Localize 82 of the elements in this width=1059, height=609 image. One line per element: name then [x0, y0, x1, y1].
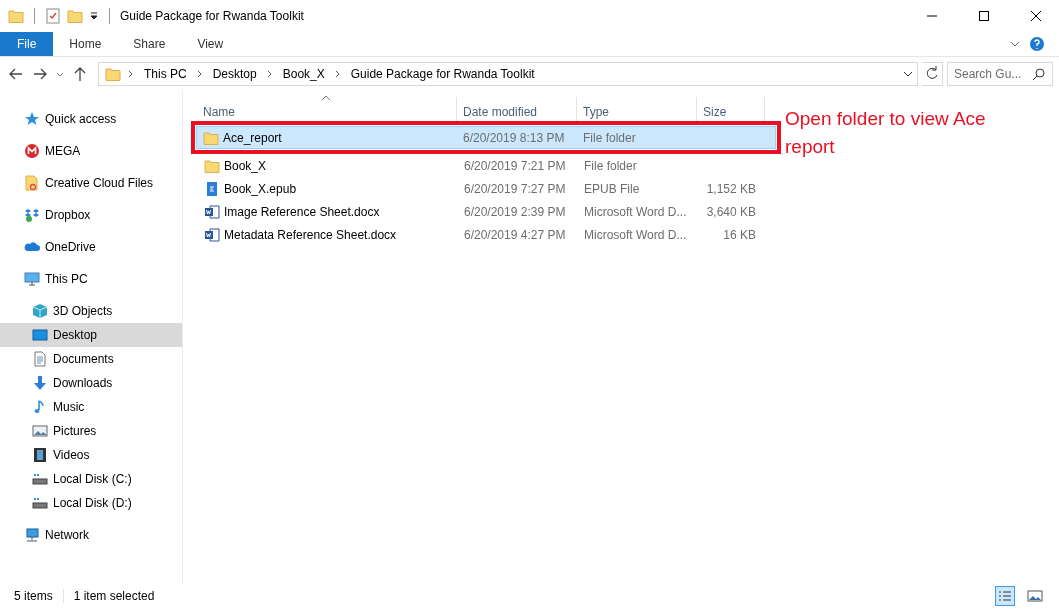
type-cell-text: Microsoft Word D... [583, 204, 688, 219]
sidebar-item[interactable]: Documents [0, 347, 182, 371]
file-name: Book_X [224, 158, 267, 173]
epub-file-icon [204, 180, 220, 197]
file-name: Image Reference Sheet.docx [224, 204, 380, 219]
sidebar-item[interactable]: Pictures [0, 419, 182, 443]
sidebar-item[interactable]: Music [0, 395, 182, 419]
word-document-icon [204, 226, 220, 243]
file-row[interactable]: Metadata Reference Sheet.docx 6/20/2019 4:27 PM Microsoft Word D... 16 KB [197, 223, 775, 246]
breadcrumb[interactable]: Guide Package for Rwanda Toolkit [347, 67, 538, 81]
sidebar-item[interactable]: Quick access [0, 107, 182, 131]
file-row[interactable]: Book_X 6/20/2019 7:21 PM File folder [197, 154, 775, 177]
ribbon-tab[interactable]: Home [53, 32, 118, 56]
sidebar-item[interactable]: OneDrive [0, 235, 182, 259]
mega-logo-icon [24, 143, 40, 159]
picture-icon [32, 423, 48, 439]
sidebar-item[interactable]: Creative Cloud Files [0, 171, 182, 195]
network-icon [24, 527, 40, 543]
status-text: 5 items [14, 589, 53, 603]
type-cell-text: File folder [583, 158, 638, 173]
cube-icon [32, 303, 48, 319]
sidebar-item[interactable]: Local Disk (D:) [0, 491, 182, 515]
column-header[interactable]: Name [197, 97, 457, 121]
file-name: Ace_report [223, 130, 282, 145]
film-icon [32, 447, 48, 463]
ribbon-tab[interactable]: View [181, 32, 240, 56]
sidebar-item[interactable]: This PC [0, 267, 182, 291]
date-cell-text: 6/20/2019 8:13 PM [462, 130, 566, 145]
folder-icon [203, 129, 219, 146]
sidebar-item[interactable]: 3D Objects [0, 299, 182, 323]
sidebar-item[interactable]: Dropbox [0, 203, 182, 227]
breadcrumb[interactable]: This PC [141, 67, 190, 81]
size-cell-text: 16 KB [722, 227, 757, 242]
dropbox-icon [24, 207, 40, 223]
file-tab[interactable]: File [0, 32, 54, 56]
file-row[interactable]: Book_X.epub 6/20/2019 7:27 PM EPUB File 1,152 KB [197, 177, 775, 200]
date-cell-text: 6/20/2019 7:21 PM [463, 158, 567, 173]
annotation-text: Open folder to view Ace report [785, 107, 987, 159]
file-name: Metadata Reference Sheet.docx [224, 227, 397, 242]
drive-icon [32, 495, 48, 511]
document-icon [32, 351, 48, 367]
folder-icon [204, 157, 220, 174]
column-header[interactable]: Date modified [457, 97, 577, 121]
refresh-icon[interactable] [922, 62, 943, 86]
date-cell-text: 6/20/2019 2:39 PM [463, 204, 567, 219]
star-icon [24, 111, 40, 127]
status-text: 1 item selected [73, 589, 155, 603]
column-header[interactable]: Size [697, 97, 765, 121]
word-document-icon [204, 203, 220, 220]
address-bar[interactable]: This PC Desktop Book_X Guide Package for Rwanda Toolkit [98, 62, 918, 86]
date-cell-text: 6/20/2019 4:27 PM [463, 227, 567, 242]
sidebar-item[interactable]: MEGA [0, 139, 182, 163]
drive-icon [32, 471, 48, 487]
file-name: Book_X.epub [224, 181, 297, 196]
sidebar-item[interactable]: Local Disk (C:) [0, 467, 182, 491]
monitor-icon [24, 271, 40, 287]
down-arrow-icon [32, 375, 48, 391]
type-cell-text: EPUB File [583, 181, 641, 196]
ribbon-tab[interactable]: Share [117, 32, 182, 56]
desktop-icon [32, 327, 48, 343]
breadcrumb[interactable]: Desktop [209, 67, 260, 81]
breadcrumb[interactable]: Book_X [279, 67, 328, 81]
sidebar-item[interactable]: Downloads [0, 371, 182, 395]
size-cell-text: 1,152 KB [705, 181, 757, 196]
help-icon[interactable] [1029, 36, 1045, 52]
folder-icon [105, 66, 121, 82]
search-icon[interactable] [1032, 67, 1046, 81]
sidebar-item[interactable]: Videos [0, 443, 182, 467]
type-cell-text: Microsoft Word D... [583, 227, 688, 242]
folder-icon [24, 175, 40, 191]
details-view-icon[interactable] [995, 586, 1015, 606]
window-title: Guide Package for Rwanda Toolkit [120, 9, 304, 23]
sidebar-item[interactable]: Network [0, 523, 182, 547]
date-cell-text: 6/20/2019 7:27 PM [463, 181, 567, 196]
column-header[interactable]: Type [577, 97, 697, 121]
checklist-icon[interactable] [45, 8, 61, 24]
file-row[interactable]: Ace_report 6/20/2019 8:13 PM File folder [196, 126, 776, 149]
file-row[interactable]: Image Reference Sheet.docx 6/20/2019 2:39 PM Microsoft Word D... 3,640 KB [197, 200, 775, 223]
search-box[interactable]: Search Gu... [947, 62, 1053, 86]
size-cell-text: 3,640 KB [705, 204, 757, 219]
sidebar-item[interactable]: Desktop [0, 323, 182, 347]
type-cell-text: File folder [582, 130, 637, 145]
